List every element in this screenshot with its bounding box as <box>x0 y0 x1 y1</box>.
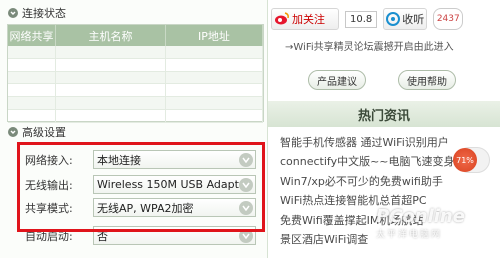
table-cell <box>166 97 263 109</box>
follow-label: 加关注 <box>292 13 325 26</box>
left-panel: 连接状态 网络共享 主机名称 IP地址 高级设置 网络接入: 本地连接 无线输出… <box>0 0 268 258</box>
table-cell <box>166 109 263 122</box>
table-cell <box>166 58 263 71</box>
column-header: IP地址 <box>166 25 263 46</box>
watermark-brand: PConline <box>376 206 465 227</box>
table-cell <box>8 46 56 58</box>
table-row[interactable] <box>8 109 263 123</box>
table-row[interactable] <box>8 71 263 85</box>
collect-button[interactable]: 收听 <box>383 8 428 30</box>
table-row[interactable] <box>8 46 263 59</box>
table-row[interactable] <box>8 84 263 98</box>
weibo-icon <box>275 12 289 25</box>
gauge-value: 71% <box>453 148 477 172</box>
table-cell <box>8 58 56 71</box>
forum-link[interactable]: →WiFi共享精灵论坛震撼开启由此进入 <box>285 38 454 53</box>
column-header: 主机名称 <box>56 25 166 46</box>
table-cell <box>8 109 56 122</box>
table-cell <box>56 97 166 109</box>
table-cell <box>8 84 56 97</box>
table-row[interactable] <box>8 58 263 72</box>
column-header: 网络共享 <box>8 25 56 46</box>
connection-table: 网络共享 主机名称 IP地址 <box>7 24 264 123</box>
follow-count: 10.8 <box>345 10 378 28</box>
table-row[interactable] <box>8 97 263 110</box>
table-cell <box>166 84 263 97</box>
table-cell <box>166 46 263 58</box>
follow-button[interactable]: 加关注 <box>271 8 339 30</box>
collapse-icon[interactable] <box>8 127 18 137</box>
table-cell <box>8 71 56 84</box>
news-item[interactable]: Win7/xp必不可少的免费wifi助手 <box>280 172 498 191</box>
table-cell <box>56 109 166 122</box>
help-button[interactable]: 使用帮助 <box>398 70 456 90</box>
connection-status-header[interactable]: 连接状态 <box>8 5 66 21</box>
collect-count: 2437 <box>433 8 464 30</box>
advanced-settings-title: 高级设置 <box>22 126 66 139</box>
table-cell <box>166 71 263 84</box>
table-cell <box>56 58 166 71</box>
collect-label: 收听 <box>402 13 425 26</box>
news-header: 热门资讯 <box>268 101 500 127</box>
collapse-icon[interactable] <box>8 8 18 18</box>
connection-status-title: 连接状态 <box>22 7 66 20</box>
social-bar: 加关注 10.8 收听 2437 <box>271 8 464 30</box>
advanced-settings-header[interactable]: 高级设置 <box>8 124 66 140</box>
feedback-button[interactable]: 产品建议 <box>308 70 366 90</box>
speed-gauge[interactable]: 71% <box>453 147 490 173</box>
table-header: 网络共享 主机名称 IP地址 <box>8 25 263 46</box>
table-cell <box>8 97 56 109</box>
qq-weibo-icon <box>386 12 401 26</box>
watermark-sub: 太平洋电脑网 <box>376 230 443 240</box>
table-cell <box>56 46 166 58</box>
highlight-box <box>17 142 265 232</box>
watermark: PConline 太平洋电脑网 <box>376 206 465 240</box>
table-cell <box>56 71 166 84</box>
table-cell <box>56 84 166 97</box>
